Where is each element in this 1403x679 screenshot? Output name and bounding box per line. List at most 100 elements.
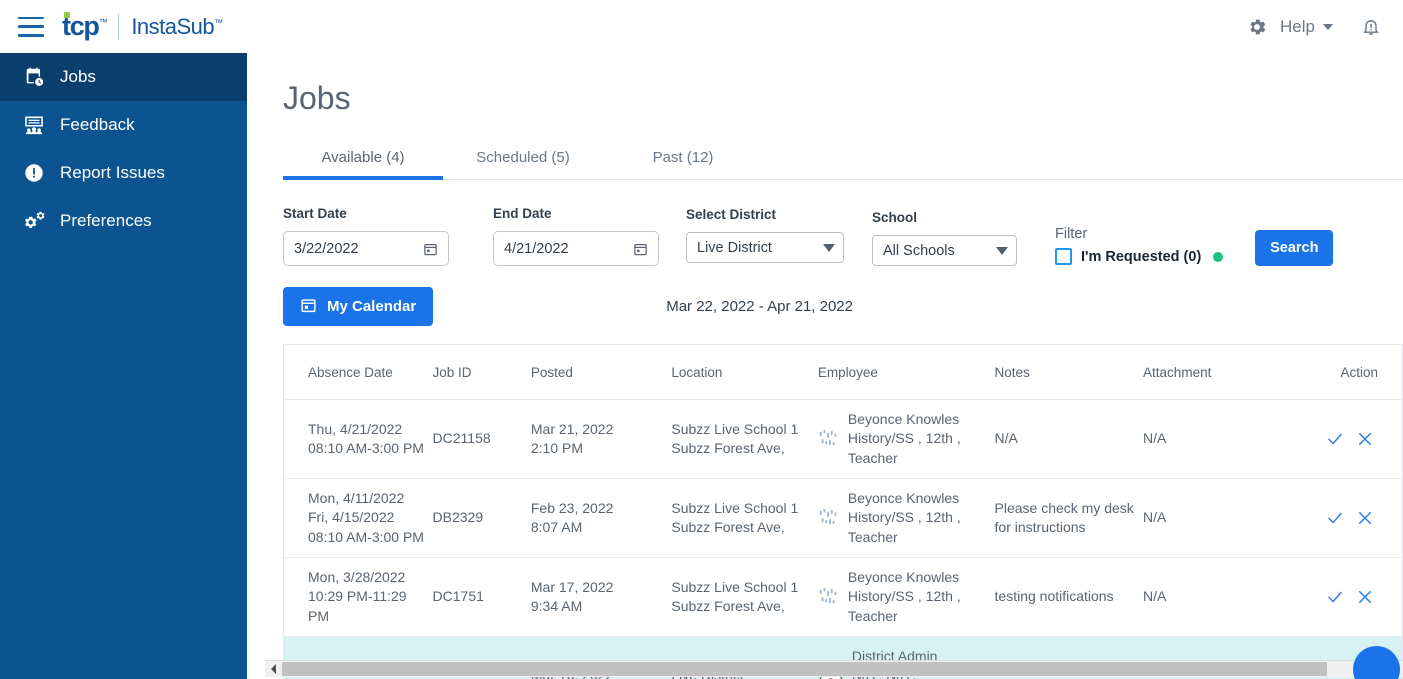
table-row[interactable]: Thu, 4/21/2022 08:10 AM-3:00 PM DC21158 Ma… — [284, 399, 1402, 479]
calendar-icon[interactable] — [633, 241, 648, 257]
start-date-label: Start Date — [283, 206, 347, 221]
cell-posted: Mar 17, 2022 9:34 AM — [530, 557, 672, 637]
cell-attachment: N/A — [1143, 399, 1282, 479]
start-date-field: Start Date 3/22/2022 — [283, 206, 449, 266]
accept-check-icon[interactable] — [1326, 588, 1344, 606]
requested-filter-block: Filter I'm Requested (0) — [1055, 226, 1224, 266]
cell-location: Subzz Live School 1 Subzz Forest Ave, — [671, 557, 818, 637]
tab-scheduled[interactable]: Scheduled (5) — [443, 139, 603, 179]
scrollbar-thumb[interactable] — [282, 661, 1327, 676]
end-date-label: End Date — [493, 206, 552, 221]
end-date-field: End Date 4/21/2022 — [493, 206, 659, 266]
cell-job-id: DC1751 — [432, 557, 531, 637]
tab-available[interactable]: Available (4) — [283, 139, 443, 180]
accept-check-icon[interactable] — [1326, 509, 1344, 527]
cell-action — [1281, 557, 1402, 637]
cell-absence-date: Mon, 4/11/2022 Fri, 4/15/2022 08:10 AM-3… — [284, 478, 433, 558]
district-label: Select District — [686, 207, 777, 222]
tcp-logo-text: tcp™ — [62, 11, 108, 41]
feedback-icon — [22, 113, 46, 137]
help-menu[interactable]: Help — [1242, 12, 1333, 42]
cell-action — [1281, 399, 1402, 479]
end-date-input[interactable]: 4/21/2022 — [493, 231, 659, 266]
status-green-dot — [1213, 251, 1224, 262]
column-header-attachment: Attachment — [1143, 345, 1282, 400]
help-label: Help — [1280, 16, 1315, 36]
table-row[interactable]: Mon, 4/11/2022 Fri, 4/15/2022 08:10 AM-3… — [284, 478, 1402, 558]
column-header-employee: Employee — [817, 345, 995, 400]
report-issues-exclamation-icon — [22, 161, 46, 185]
filter-bar: Start Date 3/22/2022 End Date 4/21/2022 … — [283, 206, 1403, 266]
sidebar-item-label: Preferences — [60, 211, 152, 230]
district-value: Live District — [697, 239, 772, 256]
end-date-value: 4/21/2022 — [504, 240, 569, 257]
date-range-text: Mar 22, 2022 - Apr 21, 2022 — [666, 298, 853, 315]
cell-notes: N/A — [994, 399, 1144, 479]
column-header-job-id: Job ID — [432, 345, 531, 400]
sidebar-item-label: Jobs — [60, 67, 96, 86]
sidebar-item-label: Feedback — [60, 115, 135, 134]
im-requested-checkbox-row[interactable]: I'm Requested (0) — [1055, 248, 1224, 265]
decline-x-icon[interactable] — [1356, 509, 1374, 527]
chevron-down-icon — [823, 243, 835, 252]
top-header-bar: tcp™ InstaSub™ Help — [0, 0, 1403, 53]
tcp-logo-tick — [64, 12, 70, 18]
jobs-table-head: Absence Date Job ID Posted Location Empl… — [284, 345, 1402, 400]
app-root: tcp™ InstaSub™ Help Jobs Feedback Report… — [0, 0, 1403, 679]
scrollbar-track[interactable] — [282, 661, 1386, 678]
calendar-icon — [300, 296, 317, 318]
sidebar-item-jobs[interactable]: Jobs — [0, 53, 247, 101]
jobs-tabs: Available (4) Scheduled (5) Past (12) — [283, 139, 1403, 180]
broken-image-placeholder — [818, 507, 840, 529]
table-row[interactable]: Mon, 3/28/2022 10:29 PM-11:29 PM DC1751 Ma… — [284, 557, 1402, 637]
im-requested-checkbox[interactable] — [1055, 248, 1072, 265]
jobs-table: Absence Date Job ID Posted Location Empl… — [284, 345, 1402, 679]
header-right-controls: Help — [1242, 12, 1385, 42]
horizontal-scrollbar[interactable] — [265, 660, 1403, 677]
cell-attachment: N/A — [1143, 557, 1282, 637]
calendar-row: My Calendar Mar 22, 2022 - Apr 21, 2022 — [283, 287, 1403, 326]
preferences-gears-icon — [22, 209, 46, 233]
hamburger-menu-icon[interactable] — [18, 16, 44, 37]
cell-absence-date: Thu, 4/21/2022 08:10 AM-3:00 PM — [284, 399, 433, 479]
brand-divider — [118, 13, 120, 40]
brand-logo[interactable]: tcp™ InstaSub™ — [62, 11, 223, 41]
cell-notes: testing notifications — [994, 557, 1144, 637]
chevron-down-icon[interactable] — [1323, 23, 1333, 30]
jobs-calendar-clock-icon — [22, 65, 46, 89]
product-name: InstaSub™ — [131, 13, 223, 39]
employee-name-details: Beyonce Knowles History/SS , 12th , Teac… — [847, 411, 961, 466]
employee-name-details: Beyonce Knowles History/SS , 12th , Teac… — [847, 568, 961, 624]
cell-location: Subzz Live School 1 Subzz Forest Ave, — [671, 478, 818, 558]
sidebar-item-report-issues[interactable]: Report Issues — [0, 149, 247, 197]
sidebar-item-feedback[interactable]: Feedback — [0, 101, 247, 149]
notification-bell-icon[interactable] — [1357, 12, 1385, 42]
page-title: Jobs — [283, 80, 351, 116]
sidebar-item-label: Report Issues — [60, 163, 165, 182]
school-field: School All Schools — [872, 210, 1017, 266]
sidebar-item-preferences[interactable]: Preferences — [0, 197, 247, 245]
cell-posted: Mar 21, 2022 2:10 PM — [530, 399, 672, 479]
gear-icon[interactable] — [1242, 12, 1272, 42]
search-button[interactable]: Search — [1255, 230, 1334, 266]
scroll-left-arrow-icon[interactable] — [265, 661, 282, 678]
cell-notes: Please check my desk for instructions — [994, 478, 1144, 558]
my-calendar-button[interactable]: My Calendar — [283, 287, 434, 326]
calendar-icon[interactable] — [423, 241, 438, 257]
school-select[interactable]: All Schools — [872, 235, 1017, 266]
sidebar-navigation: Jobs Feedback Report Issues Preferences — [0, 53, 247, 679]
tab-past[interactable]: Past (12) — [603, 139, 763, 179]
im-requested-label: I'm Requested (0) — [1081, 248, 1202, 265]
cell-absence-date: Mon, 3/28/2022 10:29 PM-11:29 PM — [284, 557, 433, 637]
decline-x-icon[interactable] — [1356, 430, 1374, 448]
district-select[interactable]: Live District — [686, 232, 844, 263]
school-value: All Schools — [883, 242, 955, 259]
jobs-table-body: Thu, 4/21/2022 08:10 AM-3:00 PM DC21158 Ma… — [284, 399, 1402, 679]
main-content: Jobs Available (4) Scheduled (5) Past (1… — [247, 53, 1403, 679]
decline-x-icon[interactable] — [1356, 588, 1374, 606]
cell-employee: Beyonce Knowles History/SS , 12th , Teac… — [817, 557, 995, 637]
cell-job-id: DB2329 — [432, 478, 531, 558]
accept-check-icon[interactable] — [1326, 430, 1344, 448]
start-date-input[interactable]: 3/22/2022 — [283, 231, 449, 266]
column-header-notes: Notes — [994, 345, 1144, 400]
